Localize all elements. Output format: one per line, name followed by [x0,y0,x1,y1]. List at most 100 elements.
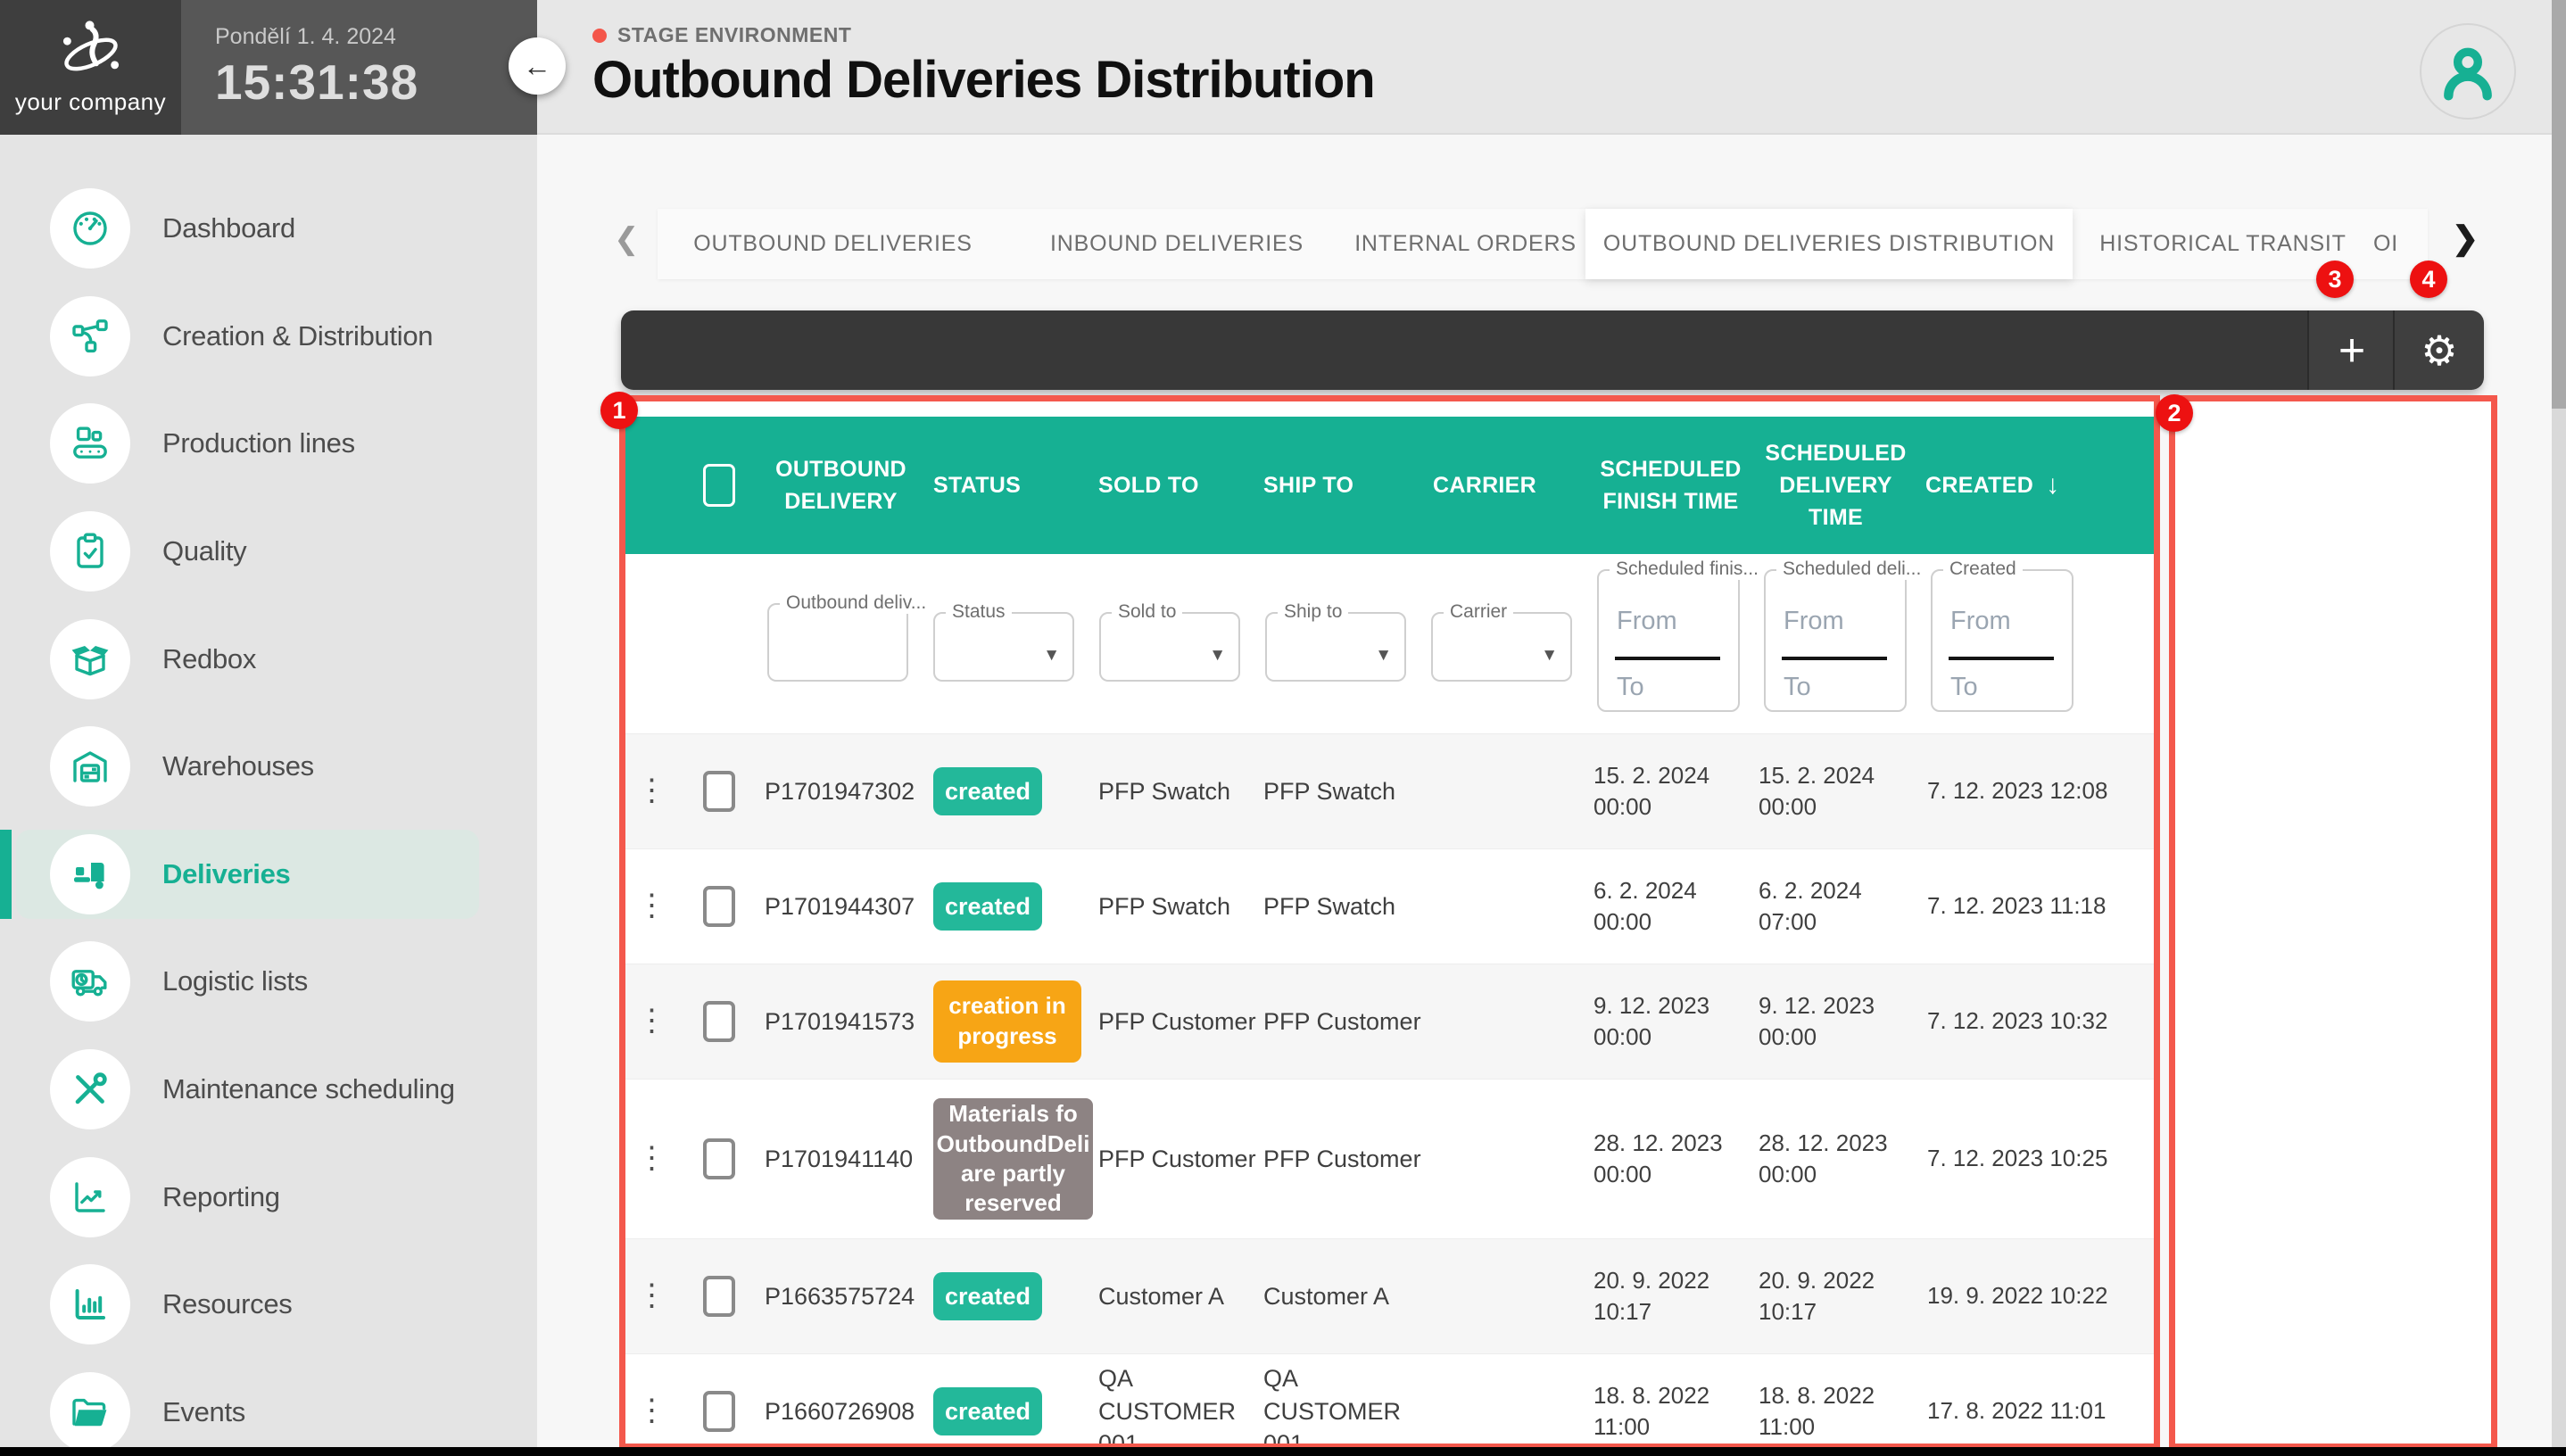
row-checkbox[interactable] [703,1391,735,1432]
created-cell: 17. 8. 2022 11:01 [1918,1354,2154,1444]
sidebar-item-deliveries[interactable]: Deliveries [0,821,537,929]
range-divider [1615,657,1720,660]
settings-button[interactable]: ⚙ [2393,310,2484,390]
outbound-delivery-id: P1701941573 [754,964,928,1079]
environment-dot-icon [592,29,607,43]
filter-created-range[interactable]: Created From To [1931,569,2073,712]
row-checkbox[interactable] [703,1276,735,1317]
logo-text: your company [15,88,166,116]
sidebar-item-resources[interactable]: Resources [0,1251,537,1359]
sidebar-item-label: Events [162,1396,245,1428]
carrier-cell [1428,1239,1588,1353]
sold-to-cell: PFP Customer [1093,964,1258,1079]
select-all-checkbox[interactable] [703,464,735,507]
scheduled-finish-cell: 6. 2. 2024 00:00 [1588,849,1753,964]
row-menu-icon[interactable]: ⋮ [625,1354,678,1444]
filter-label: Outbound deliv... [780,592,932,614]
filter-scheduled-delivery-range[interactable]: Scheduled deli... From To [1764,569,1907,712]
table-row[interactable]: ⋮ P1701941573 creation in progress PFP C… [625,964,2154,1079]
col-outbound-delivery[interactable]: OUTBOUND DELIVERY [754,417,928,554]
date-to-input[interactable]: To [1784,673,1811,702]
filter-ship-to[interactable]: Ship to ▼ [1265,612,1406,682]
annotation-marker-1: 1 [600,392,638,429]
sidebar-item-label: Redbox [162,643,256,675]
col-sold-to[interactable]: SOLD TO [1093,417,1258,554]
status-badge: Materials fo OutboundDeli are partly res… [933,1098,1093,1220]
row-checkbox[interactable] [703,1138,735,1179]
open-box-icon [50,619,130,699]
sidebar-item-warehouses[interactable]: Warehouses [0,713,537,821]
table-row[interactable]: ⋮ P1660726908 created QA CUSTOMER 001 QA… [625,1353,2154,1444]
tabs-scroll-right-icon[interactable]: ❯ [2452,219,2479,257]
sidebar-item-dashboard[interactable]: Dashboard [0,175,537,283]
table-row[interactable]: ⋮ P1701941140 Materials fo OutboundDeli … [625,1079,2154,1238]
table-row[interactable]: ⋮ P1701944307 created PFP Swatch PFP Swa… [625,848,2154,964]
sidebar-item-redbox[interactable]: Redbox [0,605,537,713]
sidebar-item-events[interactable]: Events [0,1359,537,1456]
sidebar-item-quality[interactable]: Quality [0,498,537,606]
date-to-input[interactable]: To [1950,673,1978,702]
carrier-cell [1428,1354,1588,1444]
ship-to-cell: PFP Customer [1258,1080,1428,1238]
bottom-edge-bar [0,1447,2566,1456]
tab-inbound-deliveries[interactable]: INBOUND DELIVERIES [1008,209,1345,279]
row-menu-icon[interactable]: ⋮ [625,1080,678,1238]
range-divider [1782,657,1887,660]
table-row[interactable]: ⋮ P1663575724 created Customer A Custome… [625,1238,2154,1353]
range-divider [1949,657,2054,660]
created-cell: 7. 12. 2023 10:25 [1918,1080,2154,1238]
row-checkbox[interactable] [703,771,735,812]
add-button[interactable]: + [2307,310,2395,390]
tabs-scroll-left-icon[interactable]: ❮ [614,221,640,257]
sidebar-item-creation-distribution[interactable]: Creation & Distribution [0,283,537,391]
sidebar-item-production-lines[interactable]: Production lines [0,390,537,498]
vertical-scrollbar-thumb[interactable] [2552,0,2566,409]
sidebar-item-label: Logistic lists [162,965,308,997]
sidebar-item-maintenance-scheduling[interactable]: Maintenance scheduling [0,1036,537,1144]
table-row[interactable]: ⋮ P1701947302 created PFP Swatch PFP Swa… [625,733,2154,848]
col-scheduled-delivery-time[interactable]: SCHEDULED DELIVERY TIME [1753,417,1918,554]
tab-outbound-deliveries[interactable]: OUTBOUND DELIVERIES [658,209,1008,279]
date-to-input[interactable]: To [1617,673,1644,702]
date-from-input[interactable]: From [1617,607,1677,636]
environment-indicator: STAGE ENVIRONMENT [592,23,851,47]
col-carrier[interactable]: CARRIER [1428,417,1588,554]
user-avatar-button[interactable] [2420,23,2516,120]
logo-mark [56,19,126,85]
current-date: Pondělí 1. 4. 2024 [215,24,537,50]
filter-status[interactable]: Status ▼ [933,612,1074,682]
col-created[interactable]: CREATED ↓ [1918,417,2154,554]
scheduled-finish-cell: 15. 2. 2024 00:00 [1588,734,1753,848]
date-from-input[interactable]: From [1784,607,1844,636]
col-ship-to[interactable]: SHIP TO [1258,417,1428,554]
date-from-input[interactable]: From [1950,607,2011,636]
status-badge: created [933,1272,1042,1320]
filter-carrier[interactable]: Carrier ▼ [1431,612,1572,682]
row-menu-icon[interactable]: ⋮ [625,849,678,964]
row-menu-icon[interactable]: ⋮ [625,734,678,848]
sidebar-item-label: Maintenance scheduling [162,1073,455,1105]
tab-outbound-deliveries-distribution[interactable]: OUTBOUND DELIVERIES DISTRIBUTION [1585,209,2073,279]
row-menu-icon[interactable]: ⋮ [625,1239,678,1353]
filter-scheduled-finish-range[interactable]: Scheduled finis... From To [1597,569,1740,712]
row-menu-icon[interactable]: ⋮ [625,964,678,1079]
sidebar-item-label: Deliveries [162,858,291,890]
sidebar-item-reporting[interactable]: Reporting [0,1143,537,1251]
row-checkbox[interactable] [703,886,735,927]
annotation-marker-2: 2 [2156,394,2193,432]
chevron-down-icon: ▼ [1209,646,1226,666]
filter-label: Status [946,601,1012,623]
filter-sold-to[interactable]: Sold to ▼ [1099,612,1240,682]
sold-to-cell: QA CUSTOMER 001 [1093,1354,1258,1444]
col-status[interactable]: STATUS [928,417,1093,554]
filter-outbound-delivery[interactable]: Outbound deliv... [767,603,908,682]
col-scheduled-finish-time[interactable]: SCHEDULED FINISH TIME [1588,417,1753,554]
truck-clock-icon [50,941,130,1022]
conveyor-icon [50,403,130,484]
col-created-label: CREATED [1925,469,2033,501]
sidebar-item-logistic-lists[interactable]: Logistic lists [0,928,537,1036]
row-checkbox[interactable] [703,1001,735,1042]
annotation-rect-2 [2169,395,2497,1450]
back-button[interactable]: ← [509,37,566,95]
tab-internal-orders[interactable]: INTERNAL ORDERS [1345,209,1585,279]
